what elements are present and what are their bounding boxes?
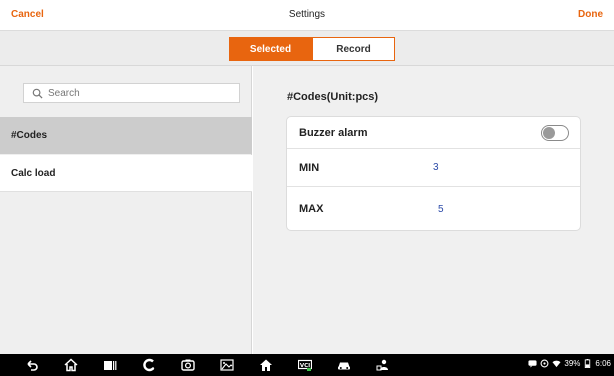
segment-bar: Selected Record [0, 31, 614, 66]
tab-selected[interactable]: Selected [229, 37, 312, 61]
max-value[interactable]: 5 [438, 204, 444, 215]
page-title: Settings [288, 9, 326, 20]
wifi-icon [552, 360, 561, 368]
settings-card: Buzzer alarm MIN 3 MAX 5 [286, 116, 581, 231]
battery-level: 39% [564, 359, 581, 368]
buzzer-alarm-toggle[interactable] [541, 125, 569, 141]
screenshot-icon[interactable] [219, 357, 235, 373]
battery-icon [585, 359, 591, 368]
car-icon[interactable] [336, 357, 352, 373]
min-value[interactable]: 3 [433, 162, 439, 173]
max-row[interactable]: MAX 5 [287, 187, 580, 231]
settings-status-icon [540, 359, 549, 368]
top-bar: Cancel Settings Done [0, 0, 614, 31]
browser-icon[interactable] [141, 357, 157, 373]
done-button[interactable]: Done [578, 9, 603, 20]
buzzer-alarm-label: Buzzer alarm [299, 126, 368, 139]
buzzer-alarm-row: Buzzer alarm [287, 117, 580, 149]
item-list-panel: #Codes Calc load [0, 66, 252, 354]
min-row[interactable]: MIN 3 [287, 149, 580, 187]
back-icon[interactable] [24, 357, 40, 373]
min-label: MIN [299, 161, 320, 174]
section-title: #Codes(Unit:pcs) [287, 91, 379, 103]
toggle-knob [543, 127, 555, 139]
search-box[interactable] [23, 83, 240, 103]
tab-record[interactable]: Record [312, 37, 395, 61]
navigation-bar: VCI 39% 6:06 [0, 354, 614, 376]
home-icon[interactable] [63, 357, 79, 373]
message-icon [528, 360, 537, 368]
status-area: 39% 6:06 [528, 359, 611, 368]
search-input[interactable] [48, 87, 228, 99]
list-item-calc-load[interactable]: Calc load [0, 155, 252, 192]
list-item-codes[interactable]: #Codes [0, 117, 252, 154]
vci-home-icon[interactable] [258, 357, 274, 373]
recent-apps-icon[interactable] [102, 357, 118, 373]
vci-icon[interactable]: VCI [297, 357, 313, 373]
detail-panel: #Codes(Unit:pcs) Buzzer alarm MIN 3 MAX … [253, 66, 614, 354]
search-icon [32, 88, 43, 99]
clock: 6:06 [595, 359, 611, 368]
max-label: MAX [299, 203, 324, 215]
user-icon[interactable] [375, 357, 391, 373]
camera-icon[interactable] [180, 357, 196, 373]
